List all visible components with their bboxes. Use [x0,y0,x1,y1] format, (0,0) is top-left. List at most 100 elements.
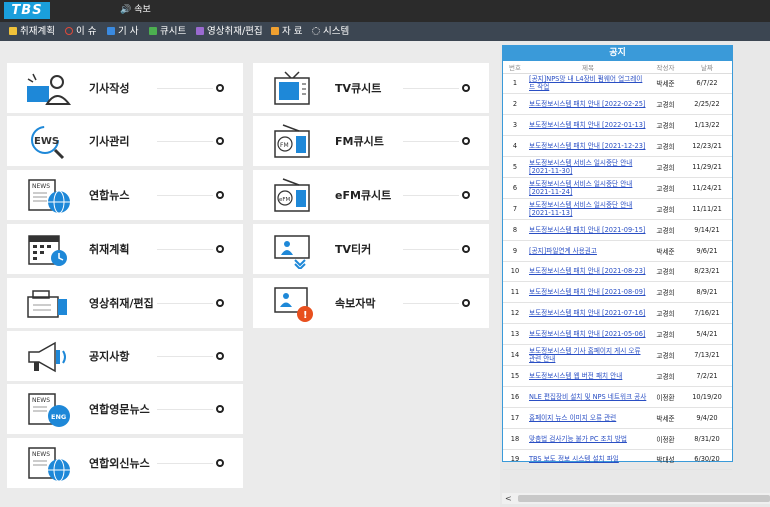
notice-date: 1/13/22 [682,114,732,137]
card-label: 속보자막 [335,297,376,310]
notice-date: 9/14/21 [682,219,732,241]
divider [403,303,459,304]
card-breaking-caption[interactable]: ! 속보자막 [253,278,489,328]
card-tv-ticker[interactable]: TV티커 [253,224,489,274]
notice-row[interactable]: 4 보도정보시스템 패치 안내 [2021-12-23] 고경희 12/23/21 [503,135,732,158]
notice-date: 11/29/21 [682,156,732,178]
notice-author: 이정환 [649,428,682,450]
divider [403,141,459,142]
notice-title-link[interactable]: 보도정보시스템 패치 안내 [2021-07-16] [527,302,649,325]
card-tv-cuesheet[interactable]: TV큐시트 [253,63,489,113]
notice-row[interactable]: 2 보도정보시스템 패치 안내 [2022-02-25] 고경희 2/25/22 [503,93,732,116]
divider [157,463,213,464]
card-label: 연합외신뉴스 [89,457,150,470]
tbs-logo[interactable]: TBS [4,2,50,19]
divider [157,88,213,89]
fm-radio-icon: FM [274,124,310,158]
card-yonhap-foreign[interactable]: NEWS 연합외신뉴스 [7,438,243,488]
notice-row[interactable]: 14 보도정보시스템 기사 홈페이지 게시 오류 관련 안내 고경희 7/13/21 [503,344,732,366]
notice-row[interactable]: 11 보도정보시스템 패치 안내 [2021-08-09] 고경희 8/9/21 [503,281,732,304]
notice-row[interactable]: 13 보도정보시스템 패치 안내 [2021-05-06] 고경희 5/4/21 [503,323,732,346]
card-yonhap-news[interactable]: NEWS 연합뉴스 [7,170,243,220]
card-notice[interactable]: 공지사항 [7,331,243,381]
notice-number: 4 [503,135,527,158]
notice-title-link[interactable]: 보도정보시스템 기사 홈페이지 게시 오류 관련 안내 [527,344,649,366]
notice-header-row: 번호 제목 작성자 날짜 [503,61,732,74]
notice-title-link[interactable]: [공지]파일연계 사용권고 [527,240,649,262]
scrollbar-thumb[interactable] [518,495,770,502]
notice-date: 6/30/20 [682,449,732,471]
notice-title-link[interactable]: 홈페이지 뉴스 이미지 오류 관련 [527,407,649,429]
notice-row[interactable]: 16 NLE 편집장비 설치 및 NPS 네트워크 공사 이정환 10/19/20 [503,386,732,408]
notice-title-link[interactable]: 보도정보시스템 패치 안내 [2021-08-09] [527,281,649,304]
card-fm-cuesheet[interactable]: FM FM큐시트 [253,116,489,166]
card-video-edit[interactable]: 영상취재/편집 [7,278,243,328]
notice-number: 5 [503,156,527,178]
card-label: TV큐시트 [335,82,382,95]
card-manage-article[interactable]: EWS 기사관리 [7,116,243,166]
circle-icon [462,84,470,92]
notice-number: 12 [503,302,527,325]
notice-title-link[interactable]: 보도정보시스템 패치 안내 [2021-08-23] [527,261,649,283]
menu-item-cuesheet[interactable]: 큐시트 [149,22,186,41]
notice-date: 8/23/21 [682,261,732,283]
top-bar: TBS 🔊 속보 [0,0,770,22]
news-foreign-icon: NEWS [28,447,70,482]
notice-title-link[interactable]: 보도정보시스템 서비스 일시중단 안내 [2021-11-24] [527,177,649,199]
card-label: 연합뉴스 [89,189,130,202]
notice-title-link[interactable]: 보도정보시스템 서비스 일시중단 안내 [2021-11-30] [527,156,649,178]
notice-row[interactable]: 1 [공지]NPS망 내 L4장비 펌웨어 업그레이드 작업 박세준 6/7/22 [503,73,732,95]
notice-row[interactable]: 15 보도정보시스템 웹 버전 패치 안내 고경희 7/2/21 [503,365,732,387]
notice-date: 9/6/21 [682,240,732,262]
horizontal-scrollbar[interactable]: < [502,493,770,504]
notice-row[interactable]: 19 TBS 보도 정보 시스템 설치 파일 박대성 6/30/20 [503,449,732,471]
notice-title-link[interactable]: 맞춤법 검사기능 불가 PC 조치 방법 [527,428,649,450]
notice-title-link[interactable]: 보도정보시스템 패치 안내 [2022-02-25] [527,93,649,116]
notice-title-link[interactable]: 보도정보시스템 패치 안내 [2022-01-13] [527,114,649,137]
notice-row[interactable]: 9 [공지]파일연계 사용권고 박세준 9/6/21 [503,240,732,262]
notice-row[interactable]: 17 홈페이지 뉴스 이미지 오류 관련 박세준 9/4/20 [503,407,732,429]
menu-item-system[interactable]: 시스템 [312,22,349,41]
notice-row[interactable]: 3 보도정보시스템 패치 안내 [2022-01-13] 고경희 1/13/22 [503,114,732,137]
notice-author: 고경희 [649,261,682,283]
notice-title-link[interactable]: NLE 편집장비 설치 및 NPS 네트워크 공사 [527,386,649,408]
notice-author: 박대성 [649,449,682,471]
notice-title-link[interactable]: TBS 보도 정보 시스템 설치 파일 [527,449,649,471]
menu-item-data[interactable]: 자 료 [271,22,303,41]
card-yonhap-english[interactable]: NEWS ENG 연합영문뉴스 [7,384,243,434]
circle-icon [216,191,224,199]
notice-title-link[interactable]: [공지]NPS망 내 L4장비 펌웨어 업그레이드 작업 [527,73,649,95]
divider [157,249,213,250]
notice-row[interactable]: 18 맞춤법 검사기능 불가 PC 조치 방법 이정환 8/31/20 [503,428,732,450]
notice-title-link[interactable]: 보도정보시스템 웹 버전 패치 안내 [527,365,649,387]
menu-item-article[interactable]: 기 사 [107,22,139,41]
notice-row[interactable]: 8 보도정보시스템 패치 안내 [2021-09-15] 고경희 9/14/21 [503,219,732,241]
notice-row[interactable]: 5 보도정보시스템 서비스 일시중단 안내 [2021-11-30] 고경희 11/2… [503,156,732,178]
notice-title-link[interactable]: 보도정보시스템 패치 안내 [2021-12-23] [527,135,649,158]
menu-item-plan[interactable]: 취재계획 [9,22,55,41]
notice-panel: 공지 번호 제목 작성자 날짜 1 [공지]NPS망 내 L4장비 펌웨어 업그레… [502,45,733,471]
notice-author: 고경희 [649,323,682,346]
card-label: 기사관리 [89,135,130,148]
notice-title-link[interactable]: 보도정보시스템 패치 안내 [2021-09-15] [527,219,649,241]
notice-row[interactable]: 10 보도정보시스템 패치 안내 [2021-08-23] 고경희 8/23/21 [503,261,732,283]
divider [157,409,213,410]
svg-text:FM: FM [280,142,289,149]
notice-title-link[interactable]: 보도정보시스템 패치 안내 [2021-05-06] [527,323,649,346]
notice-row[interactable]: 12 보도정보시스템 패치 안내 [2021-07-16] 고경희 7/16/21 [503,302,732,325]
menu-item-video[interactable]: 영상취재/편집 [196,22,263,41]
notice-number: 14 [503,344,527,366]
calendar-icon [9,27,17,35]
svg-text:NEWS: NEWS [32,451,50,458]
notice-title-link[interactable]: 보도정보시스템 서비스 일시중단 안내 [2021-11-13] [527,198,649,220]
card-news-plan[interactable]: 취재계획 [7,224,243,274]
breaking-news-ticker[interactable]: 🔊 속보 [120,4,151,16]
card-write-article[interactable]: 기사작성 [7,63,243,113]
menu-item-issue[interactable]: 이 슈 [65,22,97,41]
ticker-label: 속보 [134,5,151,15]
notice-row[interactable]: 7 보도정보시스템 서비스 일시중단 안내 [2021-11-13] 고경희 11/1… [503,198,732,220]
video-icon [196,27,204,35]
notice-row[interactable]: 6 보도정보시스템 서비스 일시중단 안내 [2021-11-24] 고경희 11/2… [503,177,732,199]
card-efm-cuesheet[interactable]: eFM eFM큐시트 [253,170,489,220]
scroll-left-icon[interactable]: < [505,493,512,504]
